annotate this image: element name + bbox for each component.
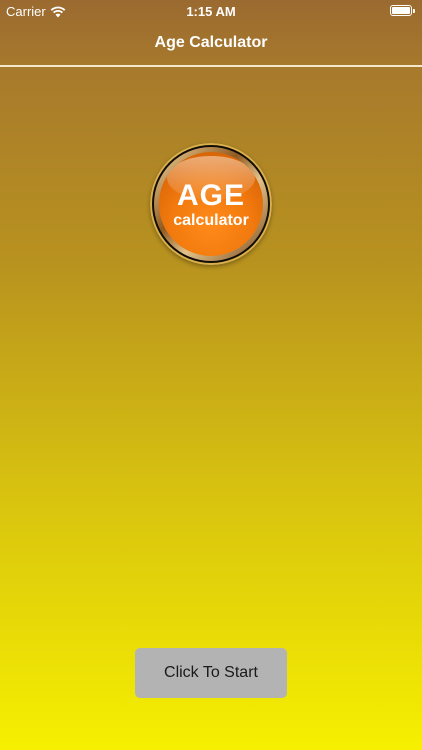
battery-fill [392, 7, 410, 14]
logo-title-age: AGE [176, 179, 245, 212]
click-to-start-button[interactable]: Click To Start [135, 648, 287, 698]
logo-subtitle-calculator: calculator [173, 212, 249, 229]
battery-icon [390, 5, 415, 16]
status-bar: Carrier 1:15 AM [0, 0, 422, 22]
age-calculator-logo: AGE calculator [150, 143, 272, 265]
status-time: 1:15 AM [186, 4, 236, 19]
page-title: Age Calculator [154, 34, 268, 51]
navigation-bar: Age Calculator [0, 22, 422, 67]
logo-face: AGE calculator [159, 152, 263, 256]
